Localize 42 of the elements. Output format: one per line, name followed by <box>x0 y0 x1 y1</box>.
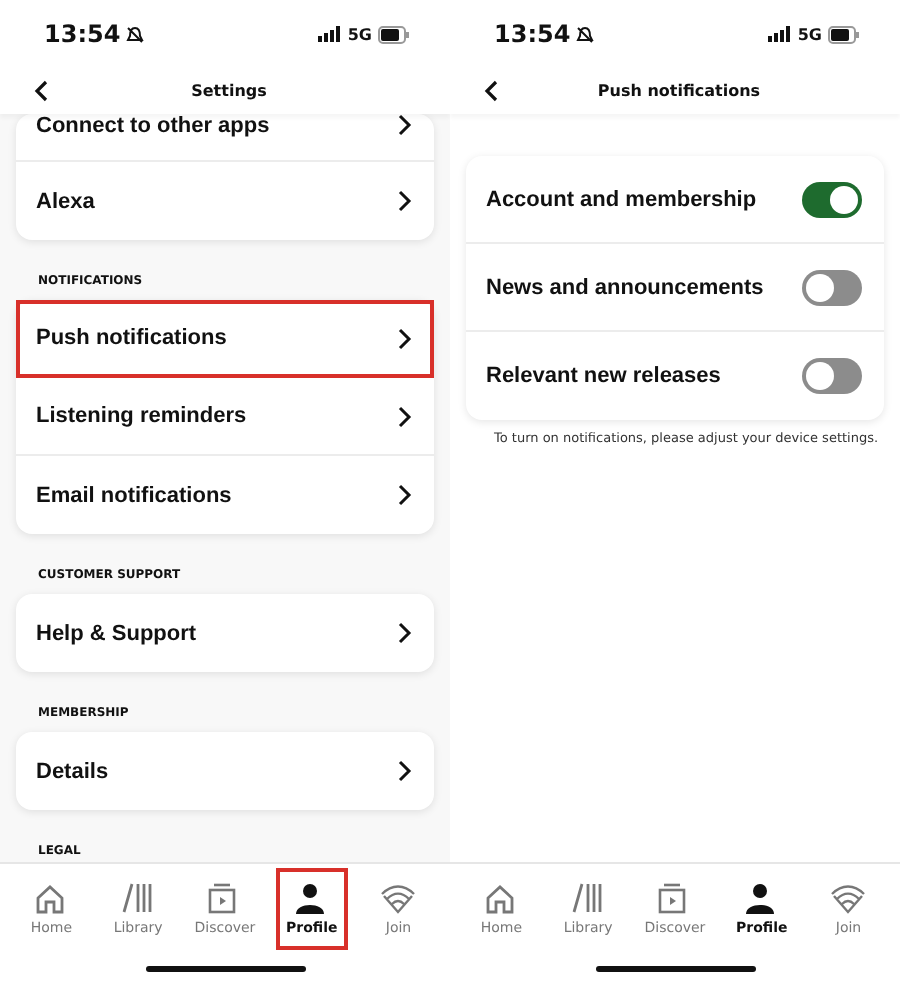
person-icon <box>743 882 780 914</box>
settings-row[interactable]: Push notifications <box>16 300 434 378</box>
back-button[interactable] <box>30 76 52 106</box>
back-button[interactable] <box>480 76 502 106</box>
chevron-right-icon <box>398 760 412 782</box>
chevron-right-icon <box>398 405 412 427</box>
screen-title: Settings <box>189 82 269 100</box>
status-time: 13:54 <box>44 20 121 48</box>
setting-label: Account and membership <box>486 187 757 211</box>
chevron-right-icon <box>398 114 412 136</box>
toggle-switch[interactable] <box>802 358 862 394</box>
screen-title: Push notifications <box>595 82 763 100</box>
muted-bell-icon <box>576 25 595 43</box>
settings-row[interactable]: Alexa <box>16 162 434 240</box>
toggle-switch[interactable] <box>802 181 862 217</box>
settings-row[interactable]: Help & Support <box>16 594 434 672</box>
settings-row[interactable]: Details <box>16 732 434 810</box>
signal-icon <box>767 26 792 42</box>
settings-row[interactable]: Connect to other apps <box>16 114 434 162</box>
settings-row[interactable]: Email notifications <box>16 456 434 534</box>
toggle-switch[interactable] <box>802 269 862 305</box>
chevron-right-icon <box>398 327 412 349</box>
chevron-left-icon <box>34 80 48 102</box>
library-icon <box>570 882 607 914</box>
arcs-icon <box>830 882 867 914</box>
setting-label: News and announcements <box>486 275 764 299</box>
network-type: 5G <box>347 25 372 43</box>
chevron-left-icon <box>484 80 498 102</box>
signal-icon <box>317 26 342 42</box>
chevron-right-icon <box>398 190 412 212</box>
network-type: 5G <box>797 25 822 43</box>
chevron-right-icon <box>398 622 412 644</box>
arcs-icon <box>380 882 417 914</box>
library-icon <box>120 882 157 914</box>
person-icon <box>293 882 330 914</box>
muted-bell-icon <box>126 25 145 43</box>
status-time: 13:54 <box>494 20 571 48</box>
battery-icon <box>828 25 860 43</box>
settings-row[interactable]: Listening reminders <box>16 378 434 456</box>
setting-label: Relevant new releases <box>486 364 721 388</box>
chevron-right-icon <box>398 484 412 506</box>
battery-icon <box>378 25 410 43</box>
